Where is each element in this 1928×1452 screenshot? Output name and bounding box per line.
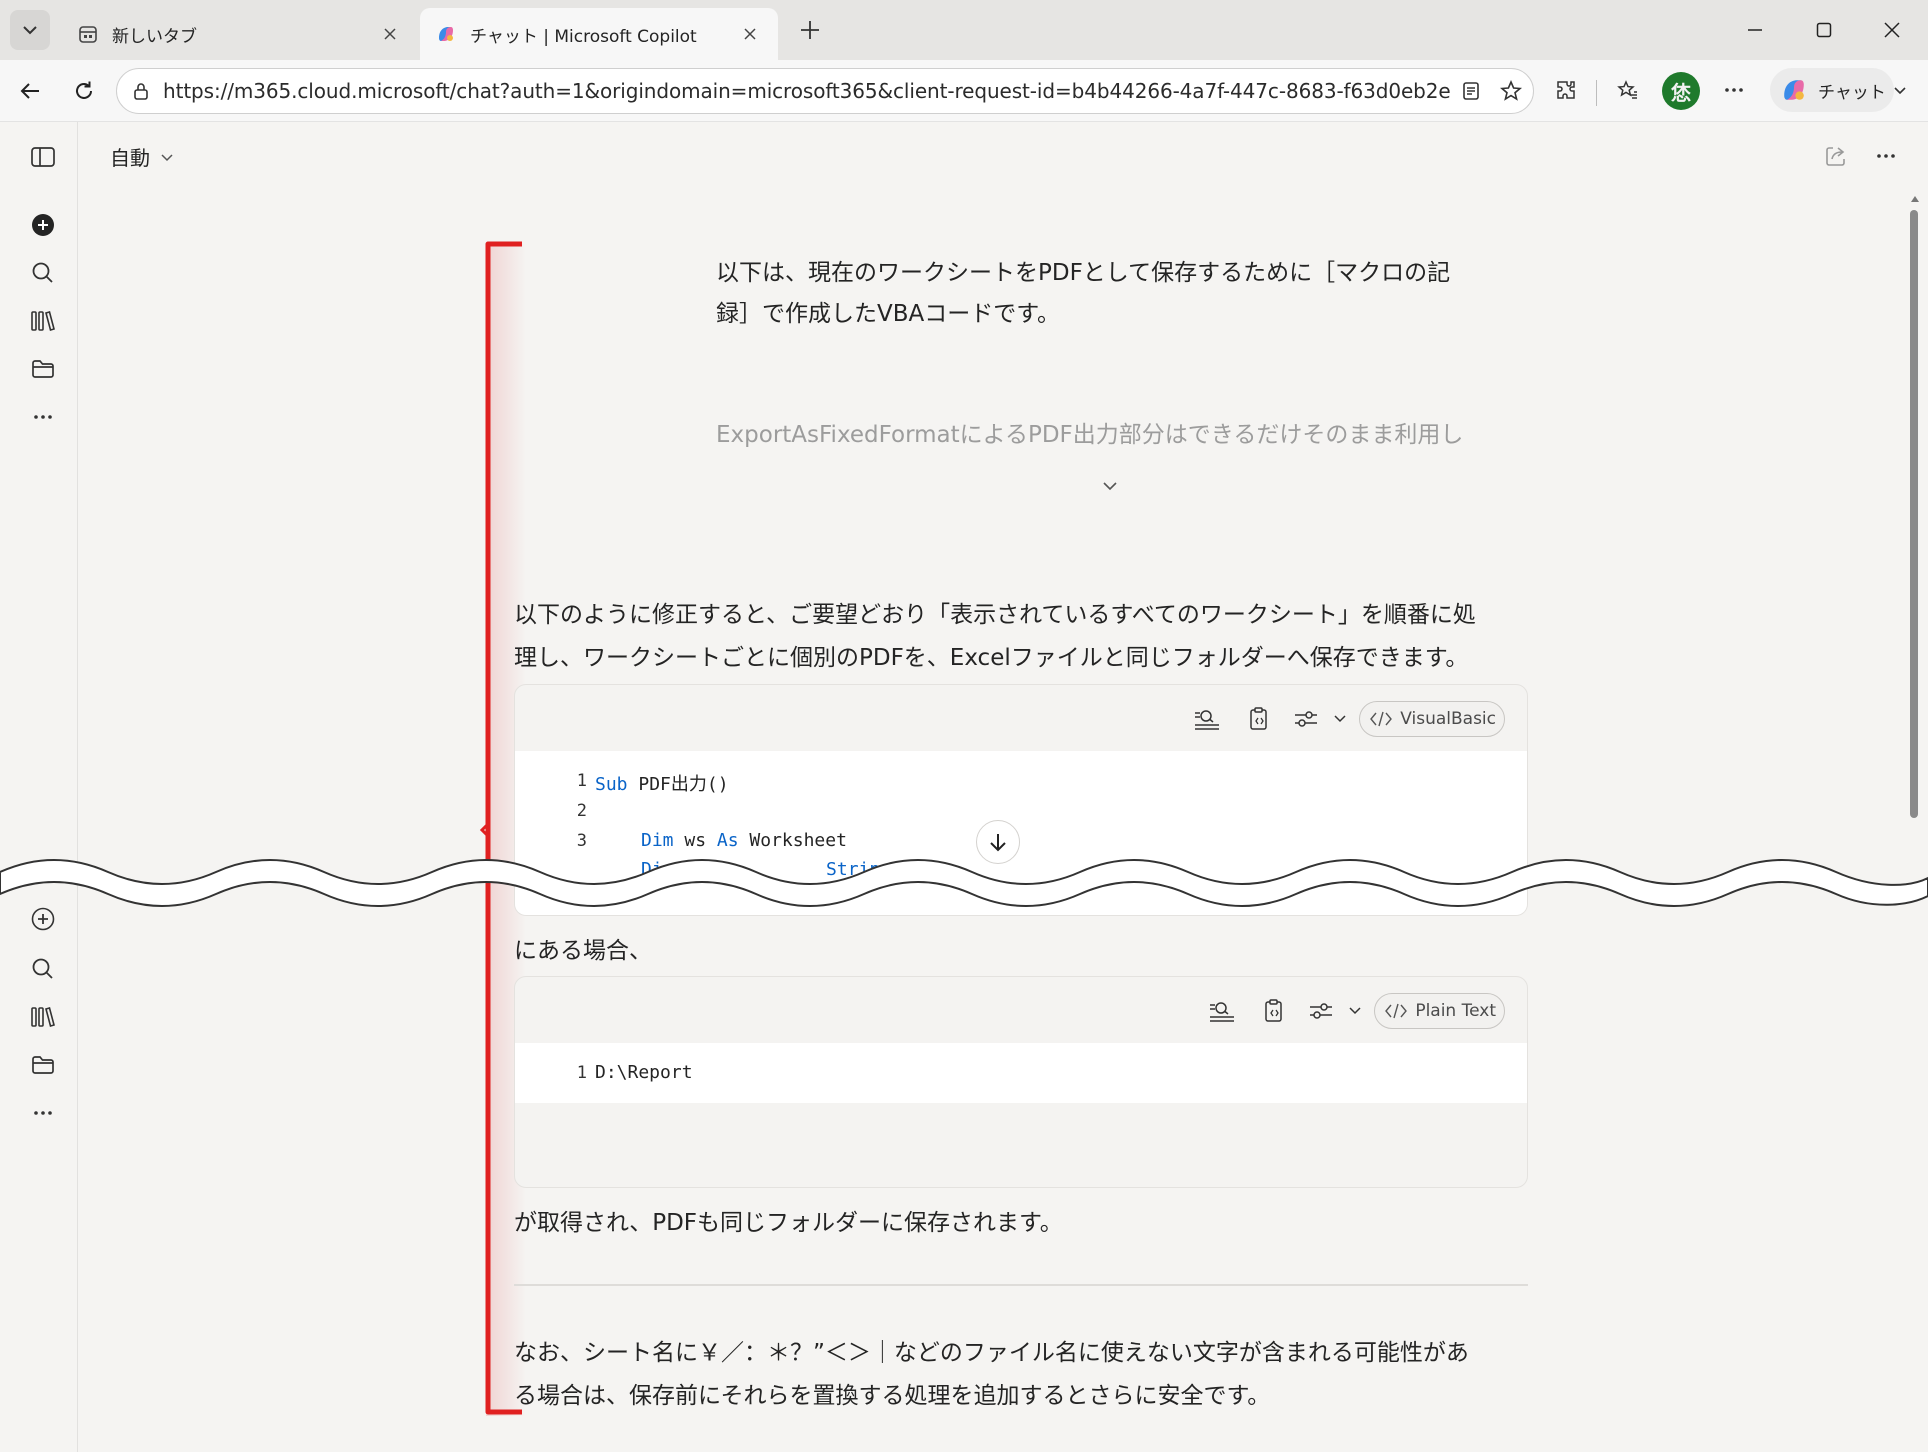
chevron-down-icon[interactable] xyxy=(1348,1002,1362,1021)
lock-icon[interactable] xyxy=(131,81,151,101)
settings-sliders-icon[interactable] xyxy=(1291,699,1321,739)
more-options-icon[interactable] xyxy=(1714,70,1754,110)
wrap-lines-icon[interactable] xyxy=(1202,991,1242,1031)
sidebar-toggle-icon[interactable] xyxy=(22,136,64,178)
chevron-down-icon[interactable] xyxy=(1333,710,1347,729)
refresh-icon[interactable] xyxy=(64,71,104,111)
favorite-star-icon[interactable] xyxy=(1491,71,1531,111)
close-icon[interactable] xyxy=(738,22,762,46)
search-icon[interactable] xyxy=(22,252,64,294)
scrollbar[interactable] xyxy=(1908,196,1920,820)
window-close-icon[interactable] xyxy=(1872,10,1912,50)
library-icon[interactable] xyxy=(22,996,64,1038)
library-icon[interactable] xyxy=(22,300,64,342)
chevron-down-icon[interactable] xyxy=(1884,70,1916,110)
code-line: Dim ws As Worksheet xyxy=(641,830,847,851)
code-keyword: Sub xyxy=(595,774,628,795)
note-line-1: なお、シート名に￥／：＊？”＜＞｜などのファイル名に使えない文字が含まれる可能性… xyxy=(514,1340,1469,1366)
response-intro-line-2: 理し、ワークシートごとに個別のPDFを、Excelファイルと同じフォルダーへ保存… xyxy=(514,645,1469,671)
share-icon[interactable] xyxy=(1816,136,1856,176)
language-badge[interactable]: Plain Text xyxy=(1374,993,1505,1029)
divider xyxy=(514,1284,1528,1286)
copy-code-icon[interactable] xyxy=(1254,991,1294,1031)
tab-title: チャット | Microsoft Copilot xyxy=(470,26,697,47)
code-toolbar: VisualBasic xyxy=(1187,699,1505,739)
code-text: ws xyxy=(673,830,717,851)
more-icon[interactable] xyxy=(22,396,64,438)
settings-sliders-icon[interactable] xyxy=(1306,991,1336,1031)
extensions-puzzle-icon[interactable] xyxy=(1546,70,1586,110)
code-brackets-icon xyxy=(1385,1003,1408,1019)
code-line: D:\Report xyxy=(595,1062,693,1083)
profile-initial: 恷 xyxy=(1671,80,1691,105)
tab-copilot-chat[interactable]: チャット | Microsoft Copilot xyxy=(420,8,778,60)
code-keyword: As xyxy=(716,830,739,851)
profile-avatar[interactable]: 恷 xyxy=(1662,72,1700,110)
url-text[interactable]: https://m365.cloud.microsoft/chat?auth=1… xyxy=(163,79,1451,103)
response-intro-line-1: 以下のように修正すると、ご要望どおり「表示されているすべてのワークシート」を順番… xyxy=(514,602,1476,628)
language-label: VisualBasic xyxy=(1400,709,1496,729)
chevron-down-icon xyxy=(161,153,173,161)
code-text: Worksheet xyxy=(738,830,847,851)
calendar-tab-icon xyxy=(79,26,97,43)
language-label: Plain Text xyxy=(1415,1001,1496,1021)
tab-actions-chevron-icon[interactable] xyxy=(10,10,50,50)
copy-code-icon[interactable] xyxy=(1239,699,1279,739)
new-chat-icon[interactable] xyxy=(22,204,64,246)
code-block-plaintext: Plain Text 1 D:\Report xyxy=(514,976,1528,1188)
folder-icon[interactable] xyxy=(22,348,64,390)
tab-title: 新しいタブ xyxy=(112,26,197,47)
wrap-lines-icon[interactable] xyxy=(1187,699,1227,739)
user-message-line-1: 以下は、現在のワークシートをPDFとして保存するために［マクロの記 xyxy=(716,260,1451,286)
copilot-button-label: チャット xyxy=(1818,82,1886,103)
back-arrow-icon[interactable] xyxy=(10,71,50,111)
expand-message-chevron-icon[interactable] xyxy=(1090,466,1130,506)
toolbar-divider xyxy=(1596,80,1597,106)
line-number: 2 xyxy=(576,801,587,821)
line-number: 1 xyxy=(576,1063,587,1083)
code-content[interactable]: 1 D:\Report xyxy=(515,1043,1527,1103)
note-line-2: る場合は、保存前にそれらを置換する処理を追加するとさらに安全です。 xyxy=(514,1383,1271,1409)
reader-view-icon[interactable] xyxy=(1451,71,1491,111)
line-number: 3 xyxy=(576,831,587,851)
favorites-icon[interactable] xyxy=(1608,70,1648,110)
search-icon[interactable] xyxy=(22,948,64,990)
mode-label: 自動 xyxy=(110,146,150,170)
user-message-line-2: 録］で作成したVBAコードです。 xyxy=(716,301,1060,327)
code-keyword: Dim xyxy=(641,830,674,851)
more-options-icon[interactable] xyxy=(1866,136,1906,176)
response-text-after-break: にある場合、 xyxy=(514,938,652,964)
response-text-after-code: が取得され、PDFも同じフォルダーに保存されます。 xyxy=(514,1210,1063,1236)
code-text: PDF出力() xyxy=(627,774,729,795)
address-bar[interactable]: https://m365.cloud.microsoft/chat?auth=1… xyxy=(116,68,1534,114)
code-line: Sub PDF出力() xyxy=(595,770,729,796)
more-icon[interactable] xyxy=(22,1092,64,1134)
close-icon[interactable] xyxy=(378,22,402,46)
maximize-icon[interactable] xyxy=(1804,10,1844,50)
minimize-icon[interactable] xyxy=(1735,10,1775,50)
user-message-faded: ExportAsFixedFormatによるPDF出力部分はできるだけそのまま利… xyxy=(716,422,1464,448)
copilot-chat-button[interactable]: チャット xyxy=(1770,68,1894,112)
tab-new-tab[interactable]: 新しいタブ xyxy=(62,8,418,60)
copilot-logo-icon xyxy=(1784,80,1804,100)
mode-selector[interactable]: 自動 xyxy=(110,142,174,171)
new-tab-plus-icon[interactable] xyxy=(790,10,830,50)
screenshot-break-separator xyxy=(0,859,1928,907)
line-number: 1 xyxy=(576,771,587,791)
code-toolbar: Plain Text xyxy=(1202,991,1505,1031)
language-badge[interactable]: VisualBasic xyxy=(1359,701,1505,737)
copilot-logo-icon xyxy=(439,27,453,41)
code-brackets-icon xyxy=(1370,711,1393,727)
folder-icon[interactable] xyxy=(22,1044,64,1086)
